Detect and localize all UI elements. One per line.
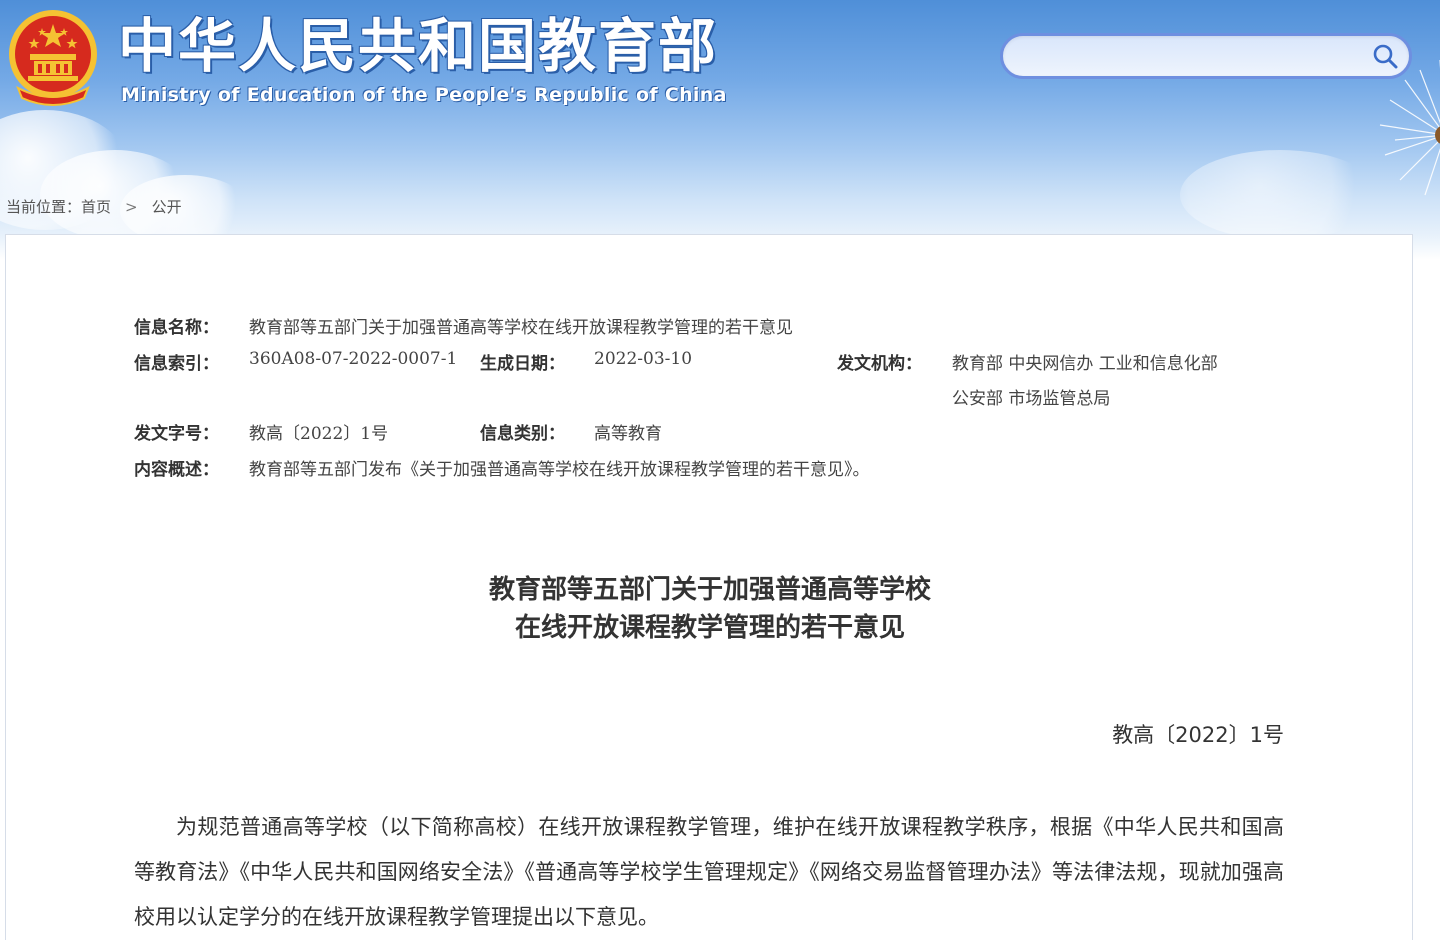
page: 中华人民共和国教育部 Ministry of Education of the … [0,0,1440,940]
meta-row-index: 信息索引： 360A08-07-2022-0007-1 生成日期： 2022-0… [134,349,1294,419]
meta-category-value: 高等教育 [594,424,662,444]
site-subtitle: Ministry of Education of the People's Re… [121,84,727,106]
meta-docno-label: 发文字号： [134,424,219,444]
meta-issuer-label: 发文机构： [837,354,922,374]
meta-issuer-line1: 教育部 中央网信办 工业和信息化部 [952,354,1218,374]
meta-row-summary: 内容概述： 教育部等五部门发布《关于加强普通高等学校在线开放课程教学管理的若干意… [134,455,1294,491]
meta-summary-label: 内容概述： [134,460,219,480]
site-title[interactable]: 中华人民共和国教育部 [118,14,718,78]
search-input[interactable] [1021,43,1361,69]
meta-index-value: 360A08-07-2022-0007-1 [249,349,458,369]
content-panel: 信息名称： 教育部等五部门关于加强普通高等学校在线开放课程教学管理的若干意见 信… [5,234,1413,940]
breadcrumb-home-link[interactable]: 首页 [81,196,111,217]
meta-summary-value: 教育部等五部门发布《关于加强普通高等学校在线开放课程教学管理的若干意见》。 [249,460,870,480]
breadcrumb-current-link[interactable]: 公开 [152,196,182,217]
document-title-line2: 在线开放课程教学管理的若干意见 [514,613,905,643]
document-number: 教高〔2022〕1号 [1112,723,1284,747]
national-emblem-icon[interactable] [6,8,100,108]
meta-date-value: 2022-03-10 [594,349,693,369]
dandelion-decoration [1379,60,1440,196]
meta-index-label: 信息索引： [134,354,219,374]
breadcrumb-prefix: 当前位置： [6,198,82,216]
meta-date-label: 生成日期： [480,354,565,374]
meta-docno-value: 教高〔2022〕1号 [249,424,389,444]
document-title-line1: 教育部等五部门关于加强普通高等学校 [488,575,931,605]
meta-name-value: 教育部等五部门关于加强普通高等学校在线开放课程教学管理的若干意见 [249,318,793,338]
info-metadata: 信息名称： 教育部等五部门关于加强普通高等学校在线开放课程教学管理的若干意见 信… [134,313,1294,491]
meta-row-name: 信息名称： 教育部等五部门关于加强普通高等学校在线开放课程教学管理的若干意见 [134,313,1294,349]
breadcrumb-separator: > [125,197,138,216]
document-title: 教育部等五部门关于加强普通高等学校 在线开放课程教学管理的若干意见 [6,571,1414,647]
meta-row-docno: 发文字号： 教高〔2022〕1号 信息类别： 高等教育 [134,419,1294,455]
meta-issuer-line2: 公安部 市场监管总局 [952,389,1111,409]
document-paragraph: 为规范普通高等学校（以下简称高校）在线开放课程教学管理，维护在线开放课程教学秩序… [134,815,1284,929]
meta-name-label: 信息名称： [134,318,219,338]
meta-category-label: 信息类别： [480,424,565,444]
breadcrumb: 当前位置： 首页 > 公开 [6,196,182,217]
